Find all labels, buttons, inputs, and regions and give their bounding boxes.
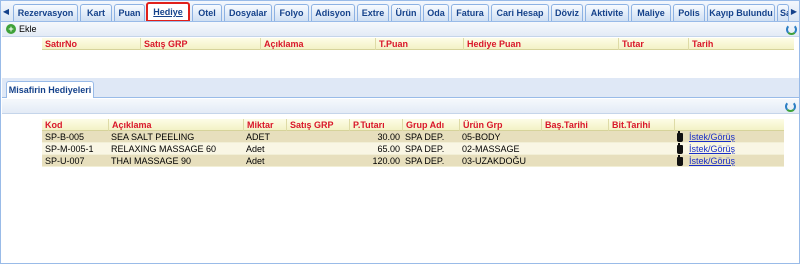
cell-bit-tarihi <box>608 143 674 155</box>
cell-grup-adi: SPA DEP. <box>405 132 445 142</box>
col-aciklama[interactable]: Açıklama <box>260 38 375 50</box>
col-urun-grp[interactable]: Ürün Grp <box>459 119 541 131</box>
scroll-left-icon[interactable]: ◀ <box>1 4 11 19</box>
istek-gorus-link[interactable]: İstek/Görüş <box>689 155 735 167</box>
cell-satis-grp <box>286 155 349 167</box>
cell-p-tutari: 120.00 <box>372 156 400 166</box>
cell-aciklama: THAI MASSAGE 90 <box>111 156 192 166</box>
cell-kod: SP-B-005 <box>45 132 85 142</box>
cell-bas-tarihi <box>541 155 608 167</box>
guest-panel-tabstrip: Misafirin Hediyeleri <box>2 78 799 98</box>
tab-otel[interactable]: Otel <box>192 4 222 21</box>
col-tarih[interactable]: Tarih <box>688 38 794 50</box>
tab-misafirin-hediyeleri[interactable]: Misafirin Hediyeleri <box>6 81 94 98</box>
add-button-label: Ekle <box>19 24 37 34</box>
cell-urun-grp: 03-UZAKDOĞU <box>462 156 527 166</box>
table-row[interactable]: SP-B-005 SEA SALT PEELING ADET 30.00 SPA… <box>42 131 784 143</box>
add-icon: + <box>6 24 16 34</box>
hand-icon <box>677 143 683 154</box>
col-satirno[interactable]: SatırNo <box>42 38 140 50</box>
cell-bas-tarihi <box>541 131 608 143</box>
cell-satis-grp <box>286 143 349 155</box>
tab-kart[interactable]: Kart <box>80 4 112 21</box>
cell-miktar: ADET <box>246 132 271 142</box>
cell-aciklama: SEA SALT PEELING <box>111 132 195 142</box>
add-button[interactable]: + Ekle <box>6 24 37 34</box>
table-row[interactable]: SP-M-005-1 RELAXING MASSAGE 60 Adet 65.0… <box>42 143 784 155</box>
tab-rezervasyon[interactable]: Rezervasyon <box>13 4 78 21</box>
cell-urun-grp: 02-MASSAGE <box>462 144 520 154</box>
hand-icon <box>677 155 683 166</box>
refresh-icon[interactable] <box>785 101 796 112</box>
col-hediye-puan[interactable]: Hediye Puan <box>463 38 618 50</box>
col-p-tutari[interactable]: P.Tutarı <box>349 119 402 131</box>
tab-hediye[interactable]: Hediye <box>146 2 190 21</box>
app-frame: ◀ Rezervasyon Kart Puan Hediye Otel Dosy… <box>0 0 800 264</box>
guest-gifts-grid: Kod Açıklama Miktar Satış GRP P.Tutarı G… <box>42 119 784 171</box>
gift-grid: SatırNo Satış GRP Açıklama T.Puan Hediye… <box>42 38 794 52</box>
col-satis-grp[interactable]: Satış GRP <box>286 119 349 131</box>
cell-actions: İstek/Görüş <box>674 131 784 143</box>
cell-actions: İstek/Görüş <box>674 155 784 167</box>
cell-grup-adi: SPA DEP. <box>405 156 445 166</box>
tab-fatura[interactable]: Fatura <box>451 4 489 21</box>
tab-puan[interactable]: Puan <box>114 4 145 21</box>
tab-maliye[interactable]: Maliye <box>631 4 671 21</box>
col-satis-grp[interactable]: Satış GRP <box>140 38 260 50</box>
cell-miktar: Adet <box>246 156 265 166</box>
col-t-puan[interactable]: T.Puan <box>375 38 463 50</box>
col-bas-tarihi[interactable]: Baş.Tarihi <box>541 119 608 131</box>
tab-doviz[interactable]: Döviz <box>551 4 583 21</box>
tab-folyo[interactable]: Folyo <box>274 4 309 21</box>
tab-sa[interactable]: Sa <box>777 4 789 21</box>
cell-satis-grp <box>286 131 349 143</box>
col-actions <box>674 119 784 131</box>
cell-p-tutari: 30.00 <box>377 132 400 142</box>
col-miktar[interactable]: Miktar <box>243 119 286 131</box>
tab-oda[interactable]: Oda <box>423 4 449 21</box>
col-bit-tarihi[interactable]: Bit.Tarihi <box>608 119 674 131</box>
tab-extre[interactable]: Extre <box>357 4 389 21</box>
tab-kayip-bulundu[interactable]: Kayıp Bulundu <box>707 4 775 21</box>
cell-bit-tarihi <box>608 131 674 143</box>
col-grup-adi[interactable]: Grup Adı <box>402 119 459 131</box>
col-kod[interactable]: Kod <box>42 119 108 131</box>
col-tutar[interactable]: Tutar <box>618 38 688 50</box>
cell-bas-tarihi <box>541 143 608 155</box>
table-row[interactable]: SP-U-007 THAI MASSAGE 90 Adet 120.00 SPA… <box>42 155 784 167</box>
gift-grid-header: SatırNo Satış GRP Açıklama T.Puan Hediye… <box>42 38 794 50</box>
cell-aciklama: RELAXING MASSAGE 60 <box>111 144 217 154</box>
gift-toolbar: + Ekle <box>2 22 799 37</box>
cell-miktar: Adet <box>246 144 265 154</box>
guest-gifts-header: Kod Açıklama Miktar Satış GRP P.Tutarı G… <box>42 119 784 131</box>
istek-gorus-link[interactable]: İstek/Görüş <box>689 143 735 155</box>
tab-polis[interactable]: Polis <box>673 4 705 21</box>
scroll-right-icon[interactable]: ▶ <box>789 4 799 19</box>
tab-aktivite[interactable]: Aktivite <box>585 4 629 21</box>
cell-grup-adi: SPA DEP. <box>405 144 445 154</box>
tab-cari-hesap[interactable]: Cari Hesap <box>491 4 549 21</box>
cell-p-tutari: 65.00 <box>377 144 400 154</box>
cell-kod: SP-M-005-1 <box>45 144 94 154</box>
tab-urun[interactable]: Ürün <box>391 4 421 21</box>
istek-gorus-link[interactable]: İstek/Görüş <box>689 131 735 143</box>
cell-kod: SP-U-007 <box>45 156 85 166</box>
cell-actions: İstek/Görüş <box>674 143 784 155</box>
cell-bit-tarihi <box>608 155 674 167</box>
main-tab-strip: ◀ Rezervasyon Kart Puan Hediye Otel Dosy… <box>1 1 799 22</box>
hand-icon <box>677 131 683 142</box>
cell-urun-grp: 05-BODY <box>462 132 501 142</box>
guest-panel-toolbar <box>2 99 799 114</box>
refresh-icon[interactable] <box>786 24 797 35</box>
tab-dosyalar[interactable]: Dosyalar <box>224 4 272 21</box>
tab-adisyon[interactable]: Adisyon <box>311 4 355 21</box>
col-aciklama[interactable]: Açıklama <box>108 119 243 131</box>
